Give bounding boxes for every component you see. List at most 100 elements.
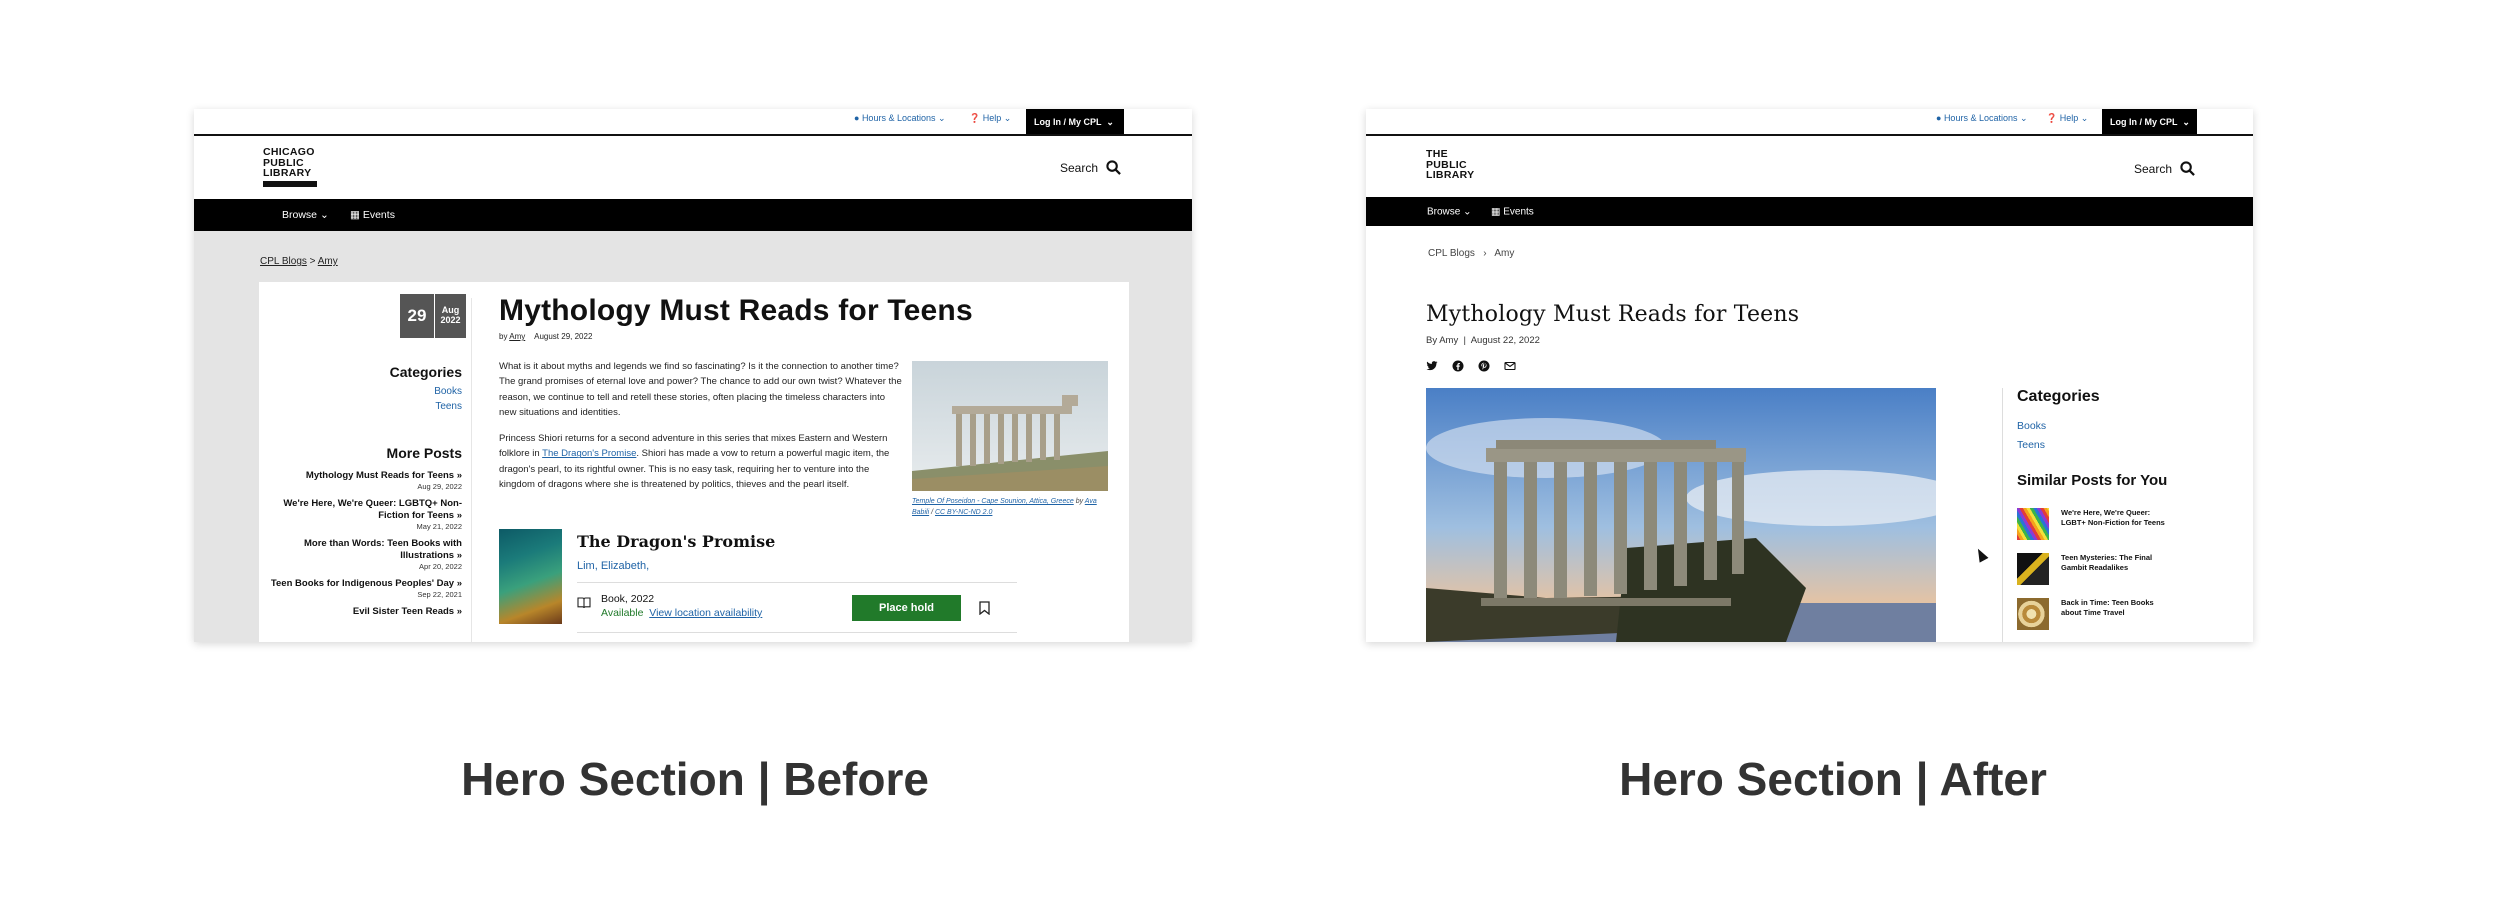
similar-post-title: Teen Mysteries: The Final Gambit Readali…: [2061, 553, 2153, 572]
similar-post-title: We're Here, We're Queer: LGBT+ Non-Ficti…: [2061, 508, 2165, 527]
breadcrumb-root[interactable]: CPL Blogs: [1428, 248, 1475, 259]
breadcrumb: CPL Blogs › Amy: [1428, 248, 1514, 259]
category-link-books[interactable]: Books: [434, 386, 462, 397]
before-screenshot: ● Hours & Locations ⌄ ❓ Help ⌄ Log In / …: [194, 109, 1192, 642]
help-link[interactable]: ❓ Help ⌄: [969, 113, 1011, 124]
hours-locations-link[interactable]: ● Hours & Locations ⌄: [854, 113, 946, 124]
category-link-teens[interactable]: Teens: [2017, 436, 2046, 455]
twitter-icon[interactable]: [1426, 360, 1438, 372]
chevron-down-icon: ⌄: [1106, 117, 1114, 127]
events-label: Events: [1503, 206, 1534, 217]
hero-image: [1426, 388, 1966, 642]
photo-caption-title[interactable]: Temple Of Poseidon - Cape Sounion, Attic…: [912, 498, 1074, 505]
breadcrumb-leaf[interactable]: Amy: [1494, 248, 1514, 259]
facebook-icon[interactable]: [1452, 360, 1464, 372]
more-post-item[interactable]: Evil Sister Teen Reads »: [262, 606, 462, 618]
book-availability: Book, 2022 Available View location avail…: [601, 593, 762, 619]
post-title: Mythology Must Reads for Teens: [499, 294, 973, 327]
date-month: Aug: [441, 305, 460, 315]
breadcrumb-leaf[interactable]: Amy: [318, 256, 338, 267]
map-pin-icon: ●: [1936, 113, 1944, 123]
photo-caption-sep: /: [931, 509, 934, 516]
similar-posts-heading: Similar Posts for You: [2017, 472, 2168, 489]
hours-label: Hours & Locations: [1943, 113, 2018, 123]
book-author[interactable]: Lim, Elizabeth,: [577, 560, 649, 572]
login-label: Log In / My CPL: [2110, 117, 2178, 127]
place-hold-button[interactable]: Place hold: [852, 595, 961, 621]
post-date: August 29, 2022: [534, 332, 593, 341]
similar-post-item[interactable]: Teen Mysteries: The Final Gambit Readali…: [2017, 553, 2171, 585]
similar-post-item[interactable]: We're Here, We're Queer: LGBT+ Non-Ficti…: [2017, 508, 2171, 540]
book-icon: [577, 597, 591, 609]
date-day: 29: [407, 306, 427, 325]
byline-prefix: by: [499, 332, 508, 341]
breadcrumb-root[interactable]: CPL Blogs: [260, 256, 307, 267]
more-post-title: Mythology Must Reads for Teens »: [305, 470, 462, 481]
logo-line: THE: [1426, 148, 1448, 160]
column-divider: [471, 298, 472, 642]
login-button[interactable]: Log In / My CPL ⌄: [2102, 109, 2197, 135]
more-post-date: Aug 29, 2022: [417, 482, 462, 491]
more-post-item[interactable]: More than Words: Teen Books with Illustr…: [262, 538, 462, 571]
category-link-teens[interactable]: Teens: [434, 401, 462, 412]
more-post-item[interactable]: Mythology Must Reads for Teens » Aug 29, …: [262, 470, 462, 491]
similar-post-title: Back in Time: Teen Books about Time Trav…: [2061, 598, 2154, 617]
photo-caption-by: by: [1075, 498, 1084, 505]
utility-bar: ● Hours & Locations ⌄ ❓ Help ⌄ Log In / …: [1366, 109, 2253, 135]
dragons-promise-link[interactable]: The Dragon's Promise: [542, 448, 636, 459]
help-link[interactable]: ❓ Help ⌄: [2046, 113, 2088, 124]
categories-heading: Categories: [2017, 388, 2100, 405]
categories-heading: Categories: [389, 364, 462, 380]
hours-locations-link[interactable]: ● Hours & Locations ⌄: [1936, 113, 2028, 124]
similar-post-thumbnail: [2017, 508, 2049, 540]
location-availability-link[interactable]: View location availability: [649, 607, 762, 619]
search-button[interactable]: Search: [1060, 160, 1121, 175]
book-cover[interactable]: [499, 529, 562, 624]
after-caption: Hero Section | After: [1619, 753, 2047, 805]
mouse-cursor-icon: [1973, 546, 1989, 563]
browse-menu[interactable]: Browse ⌄: [1427, 206, 1472, 217]
events-link[interactable]: ▦ Events: [350, 209, 395, 221]
pinterest-icon[interactable]: [1478, 360, 1490, 372]
library-logo[interactable]: CHICAGO PUBLIC LIBRARY: [263, 147, 315, 179]
chevron-down-icon: ⌄: [938, 113, 946, 123]
more-post-date: Apr 20, 2022: [419, 562, 462, 571]
more-post-item[interactable]: Teen Books for Indigenous Peoples' Day »…: [262, 578, 462, 599]
sidebar-divider: [2002, 388, 2003, 642]
login-button[interactable]: Log In / My CPL ⌄: [1026, 109, 1124, 135]
similar-post-thumbnail: [2017, 553, 2049, 585]
more-post-item[interactable]: We're Here, We're Queer: LGBTQ+ Non-Fict…: [262, 498, 462, 531]
help-circle-icon: ❓: [2046, 113, 2060, 123]
library-logo[interactable]: THE PUBLIC LIBRARY: [1426, 149, 1474, 181]
author-link[interactable]: Amy: [509, 332, 525, 341]
post-byline: By Amy | August 22, 2022: [1426, 335, 1540, 346]
main-nav: Browse ⌄ ▦ Events: [1366, 197, 2253, 226]
events-link[interactable]: ▦ Events: [1491, 206, 1534, 217]
calendar-icon: ▦: [1491, 206, 1504, 217]
book-title[interactable]: The Dragon's Promise: [577, 532, 775, 551]
map-pin-icon: ●: [854, 113, 862, 123]
similar-post-item[interactable]: Back in Time: Teen Books about Time Trav…: [2017, 598, 2171, 630]
email-icon[interactable]: [1504, 360, 1516, 372]
date-year: 2022: [440, 315, 461, 325]
temple-photo: [912, 361, 1108, 491]
search-icon: [1106, 160, 1121, 175]
post-meta: by Amy August 29, 2022: [499, 332, 592, 341]
browse-menu[interactable]: Browse ⌄: [282, 209, 329, 221]
more-post-title: We're Here, We're Queer: LGBTQ+ Non-Fict…: [283, 498, 462, 521]
similar-post-thumbnail: [2017, 598, 2049, 630]
help-circle-icon: ❓: [969, 113, 983, 123]
photo-caption-license[interactable]: CC BY-NC-ND 2.0: [935, 509, 992, 516]
category-link-books[interactable]: Books: [2017, 417, 2046, 436]
bookmark-icon[interactable]: [979, 601, 990, 615]
more-post-title: Evil Sister Teen Reads »: [352, 606, 462, 617]
chevron-down-icon: ⌄: [1463, 206, 1472, 217]
chevron-down-icon: ⌄: [2020, 113, 2028, 123]
book-rule: [577, 632, 1017, 633]
search-button[interactable]: Search: [2134, 161, 2195, 176]
events-label: Events: [362, 209, 395, 221]
logo-line: LIBRARY: [263, 167, 312, 179]
intro-paragraph: What is it about myths and legends we fi…: [499, 361, 902, 419]
chevron-down-icon: ⌄: [319, 209, 329, 221]
chevron-down-icon: ⌄: [1003, 113, 1012, 123]
